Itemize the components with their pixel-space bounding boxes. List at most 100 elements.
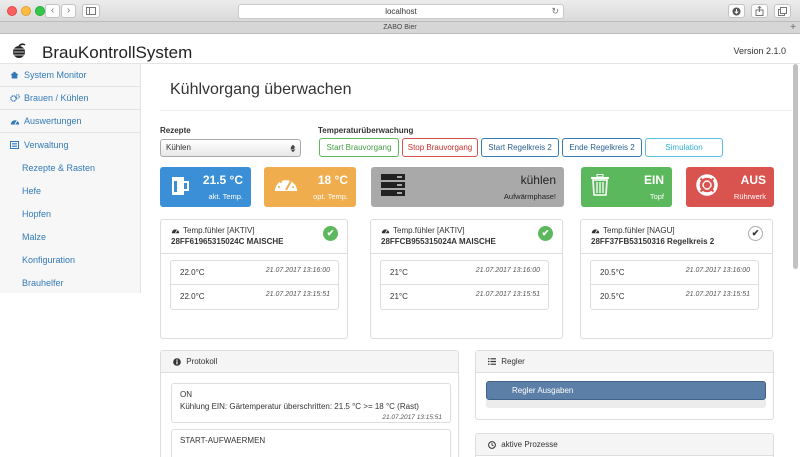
sidebar-subitem-rezepte-rasten[interactable]: Rezepte & Rasten xyxy=(0,156,140,179)
sensor-header: Temp.fühler [AKTIV] xyxy=(393,226,465,235)
monitor-label: Temperaturüberwachung xyxy=(318,126,414,135)
browser-toolbar: ‹ › localhost ↻ xyxy=(0,0,800,22)
gauge-icon xyxy=(381,229,390,234)
list-icon xyxy=(488,358,496,366)
regler-output-area xyxy=(486,400,766,408)
forward-button[interactable]: › xyxy=(61,4,76,18)
downloads-button[interactable] xyxy=(728,4,745,18)
reading-time: 21.07.2017 13:16:00 xyxy=(475,267,540,274)
topf-label: Topf xyxy=(649,192,664,201)
protokoll-header: Protokoll xyxy=(161,351,458,373)
regler-panel: Regler Regler Ausgaben xyxy=(475,350,774,420)
sidebar-subitem-brauhelfer[interactable]: Brauhelfer xyxy=(0,271,140,294)
tab-bar[interactable]: ZABO Bier + xyxy=(0,22,800,34)
main-content: Kühlvorgang überwachen Rezepte Kühlen ▲ … xyxy=(142,64,800,457)
sidebar: System Monitor Brauen / Kühlen Auswertun… xyxy=(0,64,141,293)
sensor-id: 28FF37FB53150316 Regelkreis 2 xyxy=(591,237,715,246)
table-row: 20.5°C 21.07.2017 13:16:00 xyxy=(591,261,758,285)
check-icon: ✔ xyxy=(748,226,763,241)
sidebar-item-label: Brauen / Kühlen xyxy=(24,93,89,103)
updown-arrow-icon xyxy=(290,144,296,153)
ruehrwerk-label: Rührwerk xyxy=(733,192,766,201)
page-scrollbar[interactable] xyxy=(793,64,798,269)
recipe-select[interactable]: Kühlen ▲ xyxy=(160,139,301,157)
close-window-button[interactable] xyxy=(7,6,17,16)
prozesse-panel: aktive Prozesse xyxy=(475,433,774,457)
new-tab-icon[interactable]: + xyxy=(790,22,796,34)
reading-value: 22.0°C xyxy=(180,268,205,277)
maximize-window-button[interactable] xyxy=(35,6,45,16)
gauge-icon xyxy=(591,229,600,234)
back-button[interactable]: ‹ xyxy=(45,4,60,18)
current-temp-value: 21.5 °C xyxy=(202,173,243,187)
clock-icon xyxy=(488,440,496,449)
sidebar-toggle-button[interactable] xyxy=(82,4,100,18)
regler-title: Regler xyxy=(501,357,525,366)
log-entry-status: ON xyxy=(180,390,192,399)
topf-value: EIN xyxy=(643,173,664,187)
ruehrwerk-value: AUS xyxy=(740,173,766,187)
sidebar-item-label: Konfiguration xyxy=(22,254,76,265)
sidebar-subitem-hopfen[interactable]: Hopfen xyxy=(0,202,140,225)
page-title: Kühlvorgang überwachen xyxy=(170,81,352,98)
regler-ausgaben-button[interactable]: Regler Ausgaben xyxy=(486,381,766,400)
trash-icon xyxy=(591,174,609,196)
check-icon: ✔ xyxy=(538,226,553,241)
check-icon: ✔ xyxy=(323,226,338,241)
simulation-button[interactable]: Simulation xyxy=(645,138,723,157)
sidebar-item-auswertungen[interactable]: Auswertungen xyxy=(0,110,140,133)
gauge-icon xyxy=(10,119,20,124)
current-temp-label: akt. Temp. xyxy=(208,192,243,201)
regler-header: Regler xyxy=(476,351,773,373)
start-regelkreis-button[interactable]: Start Regelkreis 2 xyxy=(481,138,559,157)
dashboard-gauge-icon xyxy=(275,178,297,191)
reload-icon[interactable]: ↻ xyxy=(551,5,559,18)
reading-value: 20.5°C xyxy=(600,268,625,277)
ende-regelkreis-button[interactable]: Ende Regelkreis 2 xyxy=(562,138,642,157)
sidebar-item-label: System Monitor xyxy=(24,70,87,80)
sidebar-item-label: Auswertungen xyxy=(24,116,82,126)
beer-mug-icon xyxy=(172,177,189,195)
brand-title[interactable]: BrauKontrollSystem xyxy=(42,43,192,63)
address-bar[interactable]: localhost ↻ xyxy=(238,4,564,19)
list-icon xyxy=(10,140,19,149)
reading-value: 21°C xyxy=(390,292,408,301)
sensor-panel-2: Temp.fühler [AKTIV] 28FFCB955315024A MAI… xyxy=(370,219,563,339)
stop-brauvorgang-button[interactable]: Stop Brauvorgang xyxy=(402,138,478,157)
sidebar-item-system-monitor[interactable]: System Monitor xyxy=(0,64,140,87)
server-icon xyxy=(381,174,405,196)
table-row: 22.0°C 21.07.2017 13:16:00 xyxy=(171,261,338,285)
sensor-readings: 21°C 21.07.2017 13:16:00 21°C 21.07.2017 1… xyxy=(380,260,549,310)
log-entry: ON Kühlung EIN: Gärtemperatur überschrit… xyxy=(171,383,451,423)
reading-time: 21.07.2017 13:15:51 xyxy=(685,291,750,298)
tab-title[interactable]: ZABO Bier xyxy=(383,24,416,31)
hop-logo-icon xyxy=(13,43,26,58)
minimize-window-button[interactable] xyxy=(21,6,31,16)
reading-value: 21°C xyxy=(390,268,408,277)
tabs-icon xyxy=(778,7,787,16)
sensor-panel-3: Temp.fühler [NAGU] 28FF37FB53150316 Rege… xyxy=(580,219,773,339)
log-entry-status: START-AUFWAERMEN xyxy=(180,436,266,445)
sidebar-subitem-konfiguration[interactable]: Konfiguration xyxy=(0,248,140,271)
sidebar-item-label: Hefe xyxy=(22,185,42,196)
sidebar-subitem-malze[interactable]: Malze xyxy=(0,225,140,248)
sidebar-item-label: Hopfen xyxy=(22,208,52,219)
sidebar-item-label: Verwaltung xyxy=(24,139,69,150)
optimal-temp-value: 18 °C xyxy=(317,173,348,187)
table-row: 22.0°C 21.07.2017 13:15:51 xyxy=(171,285,338,309)
start-brauvorgang-button[interactable]: Start Brauvorgang xyxy=(319,138,399,157)
phase-value: kühlen xyxy=(520,173,556,187)
sidebar-subitem-hefe[interactable]: Hefe xyxy=(0,179,140,202)
sensor-id: 28FF61965315024C MAISCHE xyxy=(171,237,284,246)
recipe-label: Rezepte xyxy=(160,126,191,135)
share-button[interactable] xyxy=(751,4,768,18)
protokoll-title: Protokoll xyxy=(186,357,218,366)
cogs-icon xyxy=(10,94,20,102)
sidebar-item-verwaltung[interactable]: Verwaltung xyxy=(0,133,140,156)
reading-time: 21.07.2017 13:15:51 xyxy=(265,291,330,298)
sidebar-item-label: Rezepte & Rasten xyxy=(22,162,96,173)
sidebar-item-brauen-kuehlen[interactable]: Brauen / Kühlen xyxy=(0,87,140,110)
reading-value: 22.0°C xyxy=(180,292,205,301)
log-entry: START-AUFWAERMEN xyxy=(171,429,451,457)
tabs-button[interactable] xyxy=(774,4,791,18)
